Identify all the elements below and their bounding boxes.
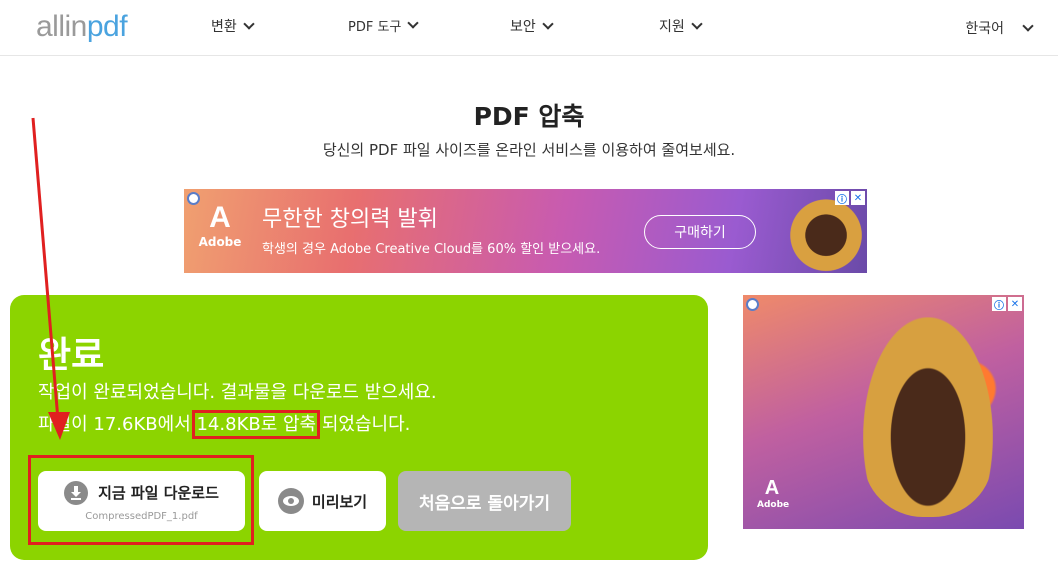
- adobe-logo-name: Adobe: [198, 235, 242, 249]
- nav-convert-label: 변환: [211, 19, 237, 35]
- ad-buy-button[interactable]: 구매하기: [644, 215, 756, 249]
- ad-banner-top[interactable]: A Adobe 무한한 창의력 발휘 학생의 경우 Adobe Creative…: [184, 189, 867, 273]
- nav-security-label: 보안: [510, 19, 536, 35]
- chevron-down-icon: [691, 17, 703, 30]
- page-title: PDF 압축: [473, 102, 585, 131]
- download-file-name: CompressedPDF_1.pdf: [85, 510, 198, 522]
- nav-convert[interactable]: 변환: [211, 16, 255, 36]
- size-suffix: 되었습니다.: [316, 414, 411, 435]
- nav-support[interactable]: 지원: [659, 16, 703, 36]
- adobe-logo-letter: A: [209, 201, 231, 234]
- nav-pdf-tools-label: PDF 도구: [348, 20, 402, 35]
- chevron-down-icon: [407, 17, 420, 29]
- adobe-logo: A Adobe: [757, 477, 790, 510]
- ad-banner-side[interactable]: A Adobe ⓘ ✕: [743, 295, 1024, 529]
- site-header: allinpdf 변환 PDF 도구 보안 지원 한국어: [0, 0, 1058, 56]
- preview-button[interactable]: 미리보기: [259, 471, 386, 531]
- ad-close-icon[interactable]: ✕: [851, 191, 865, 205]
- ad-subtext: 학생의 경우 Adobe Creative Cloud를 60% 할인 받으세요…: [262, 242, 601, 257]
- adobe-logo: A Adobe: [196, 201, 244, 261]
- site-logo[interactable]: allinpdf: [36, 10, 128, 44]
- chevron-down-icon: [542, 17, 554, 30]
- download-button[interactable]: 지금 파일 다운로드 CompressedPDF_1.pdf: [38, 471, 245, 531]
- preview-label: 미리보기: [311, 492, 368, 511]
- logo-text-pdf: pdf: [86, 10, 128, 43]
- download-icon: [64, 480, 89, 505]
- logo-text-allin: allin: [36, 10, 87, 43]
- result-heading: 완료: [38, 335, 105, 376]
- nav-pdf-tools[interactable]: PDF 도구: [348, 16, 420, 35]
- ad-close-icon[interactable]: ✕: [1008, 297, 1022, 311]
- adobe-logo-letter: A: [764, 477, 780, 499]
- nav-security[interactable]: 보안: [510, 16, 554, 36]
- ad-portrait-image: [863, 317, 993, 517]
- size-prefix: 파일이 17.6KB에서: [38, 414, 197, 435]
- adobe-logo-name: Adobe: [757, 500, 790, 510]
- language-label: 한국어: [965, 21, 1004, 37]
- ad-badge-icon: [746, 298, 759, 311]
- result-message: 작업이 완료되었습니다. 결과물을 다운로드 받으세요.: [38, 382, 437, 403]
- page-subtitle: 당신의 PDF 파일 사이즈를 온라인 서비스를 이용하여 줄여보세요.: [322, 141, 736, 159]
- chevron-down-icon: [1022, 19, 1034, 32]
- restart-button[interactable]: 처음으로 돌아가기: [398, 471, 571, 531]
- size-highlight: 14.8KB로 압축: [192, 410, 321, 439]
- ad-headline: 무한한 창의력 발휘: [262, 207, 438, 232]
- ad-info-icon[interactable]: ⓘ: [835, 191, 849, 206]
- eye-icon: [277, 488, 304, 514]
- nav-support-label: 지원: [659, 19, 685, 35]
- chevron-down-icon: [243, 17, 255, 30]
- result-size-info: 파일이 17.6KB에서 14.8KB로 압축 되었습니다.: [38, 410, 411, 439]
- download-label: 지금 파일 다운로드: [98, 484, 219, 502]
- ad-info-icon[interactable]: ⓘ: [992, 297, 1006, 312]
- language-selector[interactable]: 한국어: [965, 18, 1034, 38]
